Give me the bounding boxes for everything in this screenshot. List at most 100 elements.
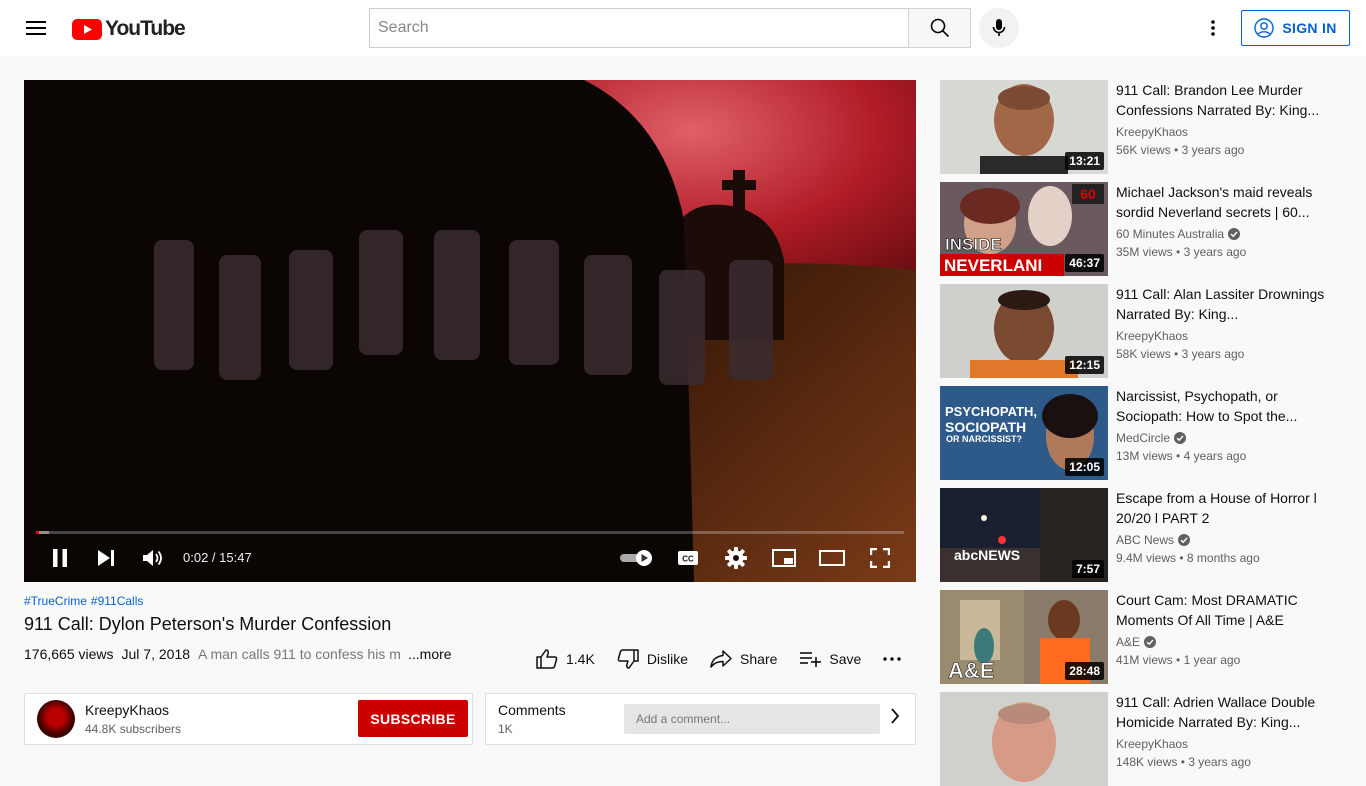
video-stats: 9.4M views • 8 months ago xyxy=(1116,551,1260,565)
fullscreen-button[interactable] xyxy=(864,542,896,574)
channel-name[interactable]: ABC News xyxy=(1116,533,1191,547)
settings-menu-button[interactable] xyxy=(1199,14,1227,42)
add-comment-input[interactable]: Add a comment... xyxy=(624,704,880,734)
thumbnail-caption: OR NARCISSIST? xyxy=(946,434,1022,444)
channel-name[interactable]: KreepyKhaos xyxy=(1116,125,1188,139)
like-count: 1.4K xyxy=(566,651,595,667)
mugshot-image xyxy=(940,692,1108,786)
video-stats: 35M views • 3 years ago xyxy=(1116,245,1247,259)
thumbnail-caption: abcNEWS xyxy=(954,547,1020,563)
channel-avatar[interactable] xyxy=(37,700,75,738)
video-duration: 28:48 xyxy=(1065,662,1104,680)
theater-mode-button[interactable] xyxy=(816,542,848,574)
fullscreen-icon xyxy=(870,548,890,568)
video-thumbnail[interactable]: A&E 28:48 xyxy=(940,590,1108,684)
thumbnail-caption: A&E xyxy=(948,658,994,683)
video-stats: 148K views • 3 years ago xyxy=(1116,755,1251,769)
video-duration: 46:37 xyxy=(1065,254,1104,272)
video-thumbnail[interactable]: abcNEWS 7:57 xyxy=(940,488,1108,582)
video-meta[interactable]: 176,665 views Jul 7, 2018 A man calls 91… xyxy=(24,646,410,662)
recommended-video[interactable]: 911 Call: Adrien Wallace Double Homicide… xyxy=(940,692,1350,786)
svg-text:CC: CC xyxy=(682,555,694,564)
time-display: 0:02 / 15:47 xyxy=(183,550,252,565)
skip-next-icon xyxy=(98,550,114,566)
sign-in-label: SIGN IN xyxy=(1282,20,1337,36)
dislike-button[interactable]: Dislike xyxy=(617,649,688,669)
youtube-logo[interactable]: YouTube xyxy=(72,17,186,41)
video-thumbnail[interactable]: 60 INSIDE NEVERLANI 46:37 xyxy=(940,182,1108,276)
video-thumbnail[interactable]: 12:15 xyxy=(940,284,1108,378)
voice-search-button[interactable] xyxy=(979,8,1019,48)
channel-name[interactable]: MedCircle xyxy=(1116,431,1187,445)
recommended-video[interactable]: abcNEWS 7:57 Escape from a House of Horr… xyxy=(940,488,1350,582)
verified-badge-icon xyxy=(1228,228,1241,240)
video-actions: 1.4K Dislike Share Save xyxy=(536,646,923,672)
subscribe-button[interactable]: SUBSCRIBE xyxy=(358,700,468,737)
hashtag-link[interactable]: #911Calls xyxy=(91,594,143,608)
video-player[interactable]: 0:02 / 15:47 CC xyxy=(24,80,916,582)
channel-name[interactable]: KreepyKhaos xyxy=(1116,737,1188,751)
channel-name[interactable]: KreepyKhaos xyxy=(1116,329,1188,343)
autoplay-toggle[interactable] xyxy=(618,542,656,574)
video-title[interactable]: Narcissist, Psychopath, or Sociopath: Ho… xyxy=(1116,386,1330,426)
progress-bar[interactable] xyxy=(36,531,904,534)
thumbnail-caption: SOCIOPATH xyxy=(945,419,1026,435)
mute-button[interactable] xyxy=(137,542,169,574)
recommended-video[interactable]: 13:21 911 Call: Brandon Lee Murder Confe… xyxy=(940,80,1350,174)
description-snippet: A man calls 911 to confess his m xyxy=(198,646,401,662)
search-icon xyxy=(930,18,949,38)
thumbnail-caption: NEVERLANI xyxy=(944,256,1042,275)
miniplayer-icon xyxy=(772,549,796,567)
video-title[interactable]: Michael Jackson's maid reveals sordid Ne… xyxy=(1116,182,1330,222)
recommended-video[interactable]: PSYCHOPATH, SOCIOPATH OR NARCISSIST? 12:05… xyxy=(940,386,1350,480)
recommended-video[interactable]: 12:15 911 Call: Alan Lassiter Drownings … xyxy=(940,284,1350,378)
comments-count: 1K xyxy=(498,722,513,736)
video-stats: 56K views • 3 years ago xyxy=(1116,143,1245,157)
comments-teaser[interactable]: Comments 1K Add a comment... xyxy=(485,693,916,745)
chevron-right-icon xyxy=(891,708,900,724)
like-button[interactable]: 1.4K xyxy=(536,649,595,669)
video-thumbnail[interactable]: 13:21 xyxy=(940,80,1108,174)
save-label: Save xyxy=(829,651,862,667)
video-duration: 7:57 xyxy=(1071,560,1104,578)
settings-button[interactable] xyxy=(720,542,752,574)
comments-title: Comments xyxy=(498,702,566,718)
video-title[interactable]: 911 Call: Adrien Wallace Double Homicide… xyxy=(1116,692,1330,732)
video-thumbnail[interactable]: PSYCHOPATH, SOCIOPATH OR NARCISSIST? 12:05 xyxy=(940,386,1108,480)
sign-in-button[interactable]: SIGN IN xyxy=(1241,10,1350,46)
autoplay-toggle-icon xyxy=(620,550,652,566)
thumbs-down-icon xyxy=(617,649,639,669)
channel-name[interactable]: 60 Minutes Australia xyxy=(1116,227,1241,241)
theater-mode-icon xyxy=(819,550,845,566)
subtitles-button[interactable]: CC xyxy=(672,542,704,574)
recommended-video[interactable]: A&E 28:48 Court Cam: Most DRAMATIC Momen… xyxy=(940,590,1350,684)
subscriber-count: 44.8K subscribers xyxy=(85,722,182,736)
channel-name[interactable]: KreepyKhaos xyxy=(85,702,169,718)
search-input[interactable] xyxy=(369,8,908,48)
channel-name[interactable]: A&E xyxy=(1116,635,1157,649)
pause-button[interactable] xyxy=(44,542,76,574)
video-thumbnail[interactable] xyxy=(940,692,1108,786)
next-button[interactable] xyxy=(90,542,122,574)
video-title[interactable]: 911 Call: Brandon Lee Murder Confessions… xyxy=(1116,80,1330,120)
video-title[interactable]: Escape from a House of Horror l 20/20 l … xyxy=(1116,488,1330,528)
video-duration: 12:05 xyxy=(1065,458,1104,476)
miniplayer-button[interactable] xyxy=(768,542,800,574)
description-more-button[interactable]: ...more xyxy=(408,646,452,662)
more-actions-button[interactable] xyxy=(883,657,902,661)
video-duration: 13:21 xyxy=(1065,152,1104,170)
logo-text: YouTube xyxy=(105,17,186,40)
channel-card: KreepyKhaos 44.8K subscribers SUBSCRIBE xyxy=(24,693,473,745)
search-button[interactable] xyxy=(908,8,971,48)
video-title[interactable]: 911 Call: Alan Lassiter Drownings Narrat… xyxy=(1116,284,1330,324)
hashtag-link[interactable]: #TrueCrime xyxy=(24,594,87,608)
video-stats: 13M views • 4 years ago xyxy=(1116,449,1247,463)
playlist-add-icon xyxy=(800,652,822,667)
save-button[interactable]: Save xyxy=(799,651,861,667)
recommended-video[interactable]: 60 INSIDE NEVERLANI 46:37 Michael Jackson'… xyxy=(940,182,1350,276)
progress-played xyxy=(36,531,39,534)
video-title[interactable]: Court Cam: Most DRAMATIC Moments Of All … xyxy=(1116,590,1330,630)
share-button[interactable]: Share xyxy=(710,650,777,668)
guide-menu-button[interactable] xyxy=(20,12,52,44)
expand-comments-button[interactable] xyxy=(890,708,900,729)
